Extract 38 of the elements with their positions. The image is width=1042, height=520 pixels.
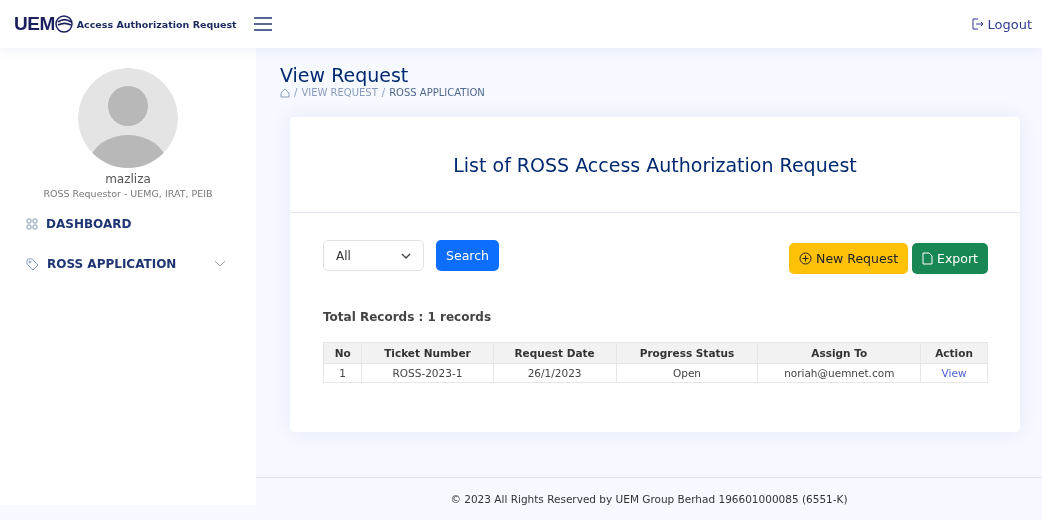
table-cell: Open [616, 363, 758, 383]
table-cell: noriah@uemnet.com [757, 363, 921, 383]
table-cell: ROSS-2023-1 [361, 363, 494, 383]
breadcrumb-current: ROSS APPLICATION [389, 87, 485, 98]
home-icon[interactable] [280, 87, 290, 98]
breadcrumb-separator: / [381, 87, 386, 98]
chevron-icon [401, 252, 411, 259]
breadcrumb-separator: / [294, 87, 298, 98]
globe-logo-icon [54, 15, 73, 33]
nav-item[interactable]: DASHBOARD [26, 217, 226, 231]
column-header: Action [920, 342, 988, 364]
logout-icon [972, 18, 985, 30]
app-title: Access Authorization Request [76, 18, 237, 30]
new-request-button[interactable]: New Request [789, 243, 909, 274]
table-cell: 1 [323, 363, 362, 383]
column-header: Request Date [493, 342, 617, 364]
column-header: Assign To [757, 342, 921, 364]
column-header: Ticket Number [361, 342, 494, 364]
user-role: ROSS Requestor - UEMG, IRAT, PEIB [43, 188, 213, 199]
menu-icon[interactable] [252, 17, 273, 31]
logout-link[interactable]: Logout [972, 16, 1032, 32]
user-name: mazliza [105, 172, 151, 186]
card-title: List of ROSS Access Authorization Request [290, 117, 1020, 213]
tag-icon [26, 257, 39, 271]
plus-circle-icon [799, 252, 813, 265]
nav-item[interactable]: ROSS APPLICATION [26, 257, 226, 271]
logo: UEM [14, 13, 55, 35]
column-header: Progress Status [616, 342, 758, 364]
table-cell: 26/1/2023 [493, 363, 617, 383]
footer-text: © 2023 All Rights Reserved by UEM Group Berhad 196601000085 (6551-K) [256, 477, 1042, 520]
filter-select[interactable]: All [323, 240, 424, 271]
grid-icon [26, 218, 38, 230]
page-title: View Request [280, 64, 410, 86]
total-records: Total Records : 1 records [323, 310, 493, 324]
column-header: No [323, 342, 362, 364]
export-button[interactable]: Export [912, 243, 988, 274]
file-icon [922, 252, 934, 265]
search-button[interactable]: Search [436, 240, 499, 271]
